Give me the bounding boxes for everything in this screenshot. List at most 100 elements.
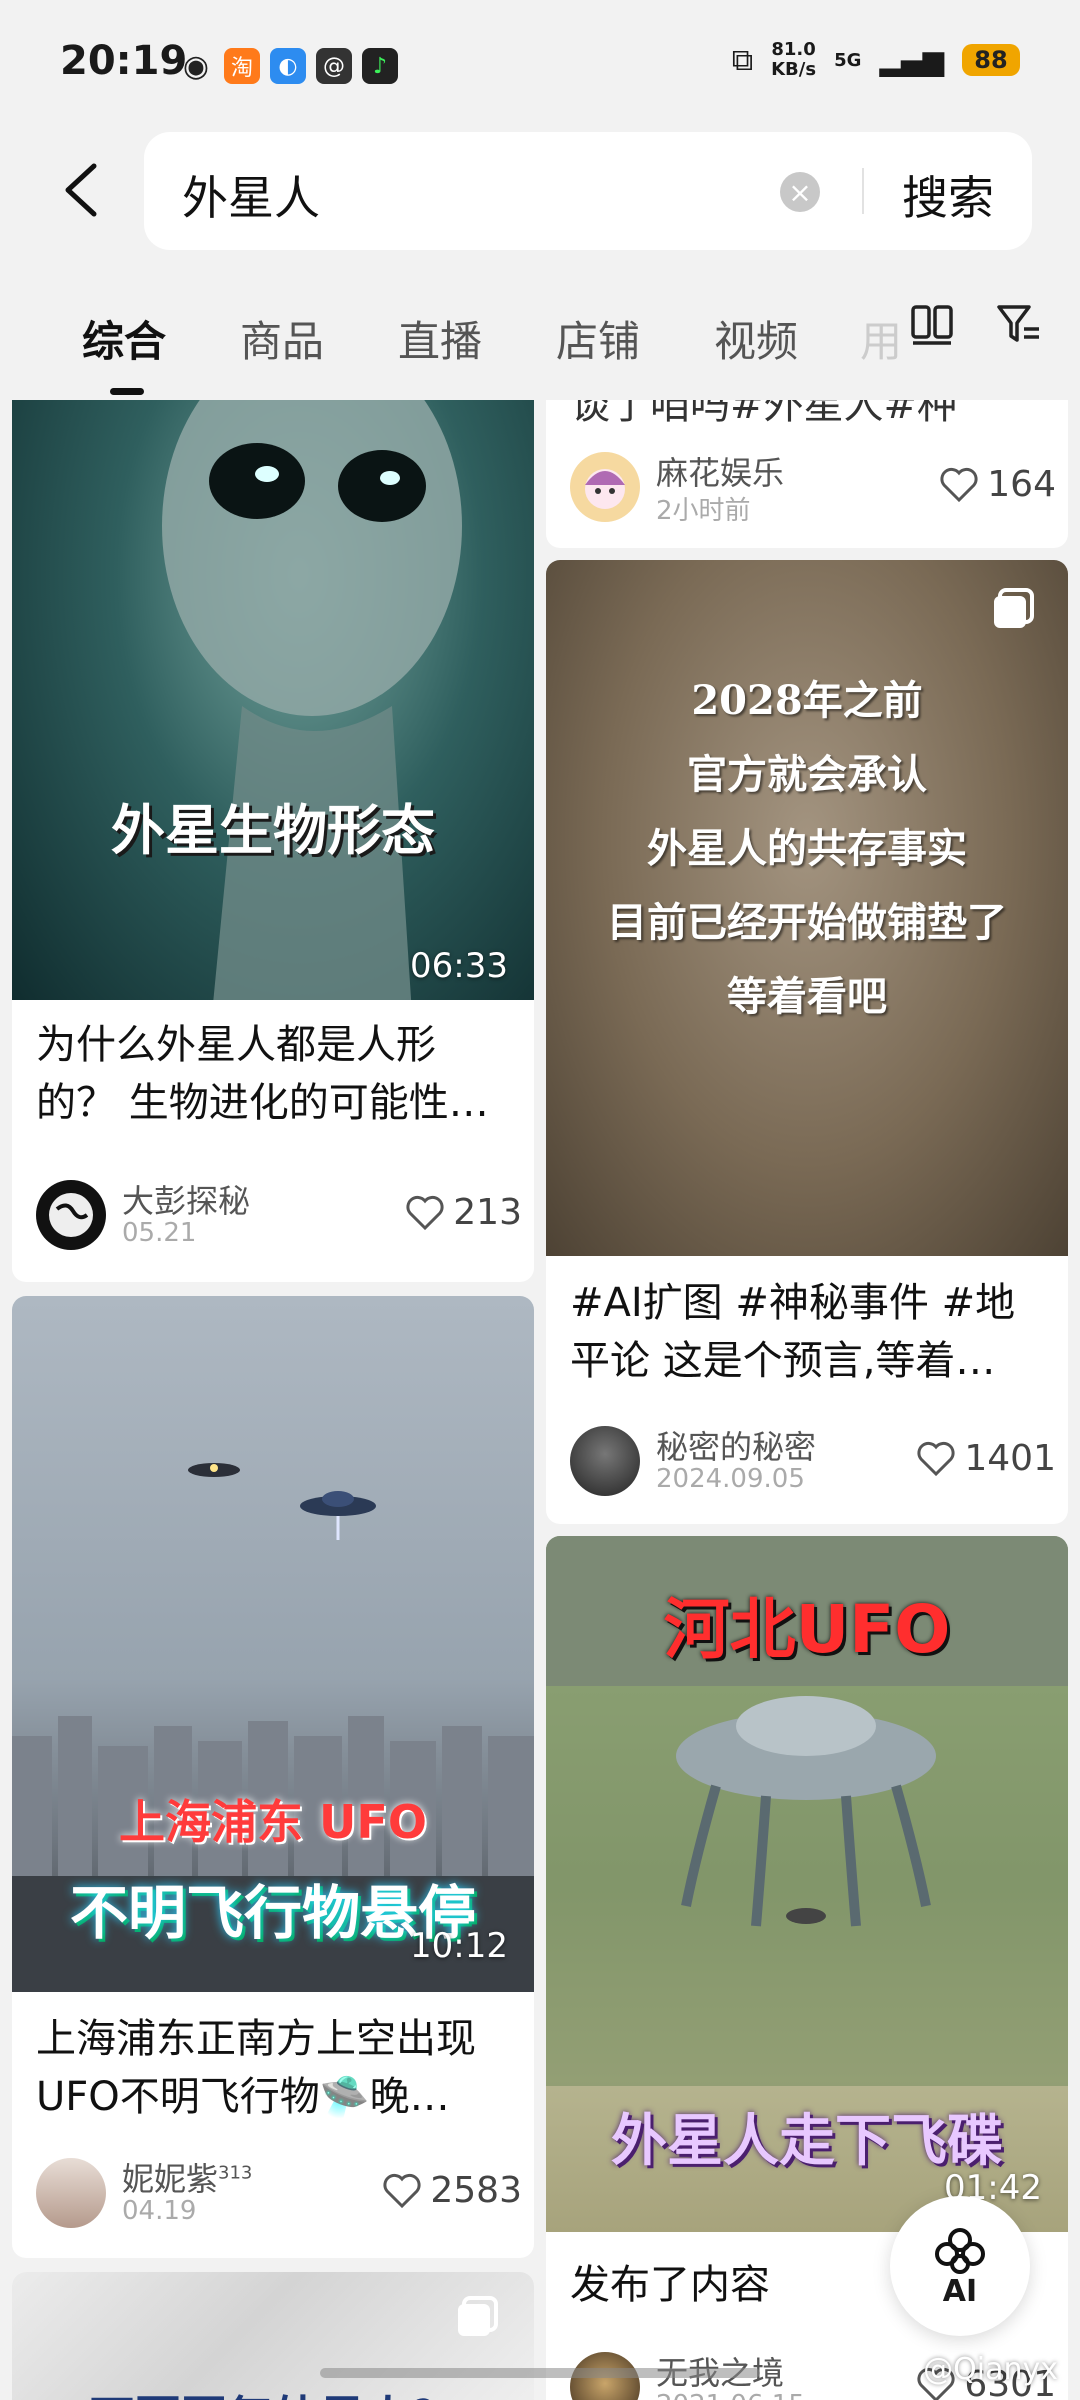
author-name[interactable]: 秘密的秘密 [656,1422,816,1468]
card-title-line: 上海浦东正南方上空出现 [36,2016,476,2062]
result-card[interactable]: 上海浦东 UFO 不明飞行物悬停 10:12 上海浦东正南方上空出现 UFO不明… [12,1296,534,2258]
search-input[interactable]: 外星人 [182,162,320,228]
multi-image-icon [458,2296,498,2336]
speed-unit: KB/s [771,59,817,80]
back-arrow-icon[interactable] [58,160,106,220]
image-text-line: 外星人的共存事实 [647,825,967,872]
alien-illustration [162,400,462,1014]
active-tab-indicator [110,388,144,395]
image-text-line: 等着看吧 [727,973,887,1020]
ai-label: AI [942,2273,978,2309]
result-card[interactable]: 不要回复外星人？ [12,2272,534,2400]
ufo-field-illustration [546,1686,1068,2086]
author-name[interactable]: 妮妮紫313 [122,2154,252,2200]
video-duration: 06:33 [410,946,508,986]
status-time: 20:19 [60,38,188,84]
tab-live[interactable]: 直播 [398,308,482,369]
video-duration: 10:12 [410,1926,508,1966]
search-button[interactable]: 搜索 [902,162,994,228]
result-card[interactable]: 2028年之前 官方就会承认 外星人的共存事实 目前已经开始做铺垫了 等着看吧 … [546,560,1068,1524]
image-text-block: 2028年之前 官方就会承认 外星人的共存事实 目前已经开始做铺垫了 等着看吧 [546,664,1068,1034]
thumbnail-caption: 外星生物形态 [111,799,435,862]
home-indicator[interactable] [320,2368,760,2378]
author-row: 秘密的秘密 2024.09.05 1401 [570,1422,1056,1498]
cartoon-face-icon [585,469,625,509]
ai-assistant-icon [935,2227,985,2274]
card-title-line: UFO不明飞行物🛸晚… [36,2074,450,2120]
tab-stores[interactable]: 店铺 [556,308,640,369]
heart-icon [383,2173,421,2208]
multi-image-icon [994,588,1034,628]
taobao-icon: 淘 [224,48,260,84]
heart-icon [940,467,978,502]
author-name[interactable]: 大彭探秘 [122,1176,250,1222]
author-name-text: 妮妮紫 [122,2160,219,2198]
layout-toggle-icon[interactable] [910,304,954,346]
post-date: 05.21 [122,1218,197,1248]
card-title: 为什么外星人都是人形 的？ 生物进化的可能性… [36,1016,522,1132]
avatar[interactable] [36,1180,106,1250]
tab-products[interactable]: 商品 [240,308,324,369]
result-card[interactable]: 外星生物形态 06:33 [12,400,534,1098]
like-button[interactable]: 2583 [382,2170,522,2211]
cast-icon: ⧉ [731,42,754,78]
globe-icon [49,1193,93,1237]
network-type: 5G [834,49,862,71]
author-row: 妮妮紫313 04.19 2583 [36,2154,522,2230]
filter-icon[interactable] [996,302,1042,346]
post-date: 2小时前 [656,496,751,526]
notification-icons: ◉ 淘 ◐ @ ♪ [178,48,398,84]
like-button[interactable]: 164 [939,464,1056,505]
author-name[interactable]: 麻花娱乐 [656,448,784,494]
ai-assistant-button[interactable]: AI [890,2196,1030,2336]
avatar[interactable] [570,1426,640,1496]
watermark: @Qianyx [923,2352,1058,2387]
video-thumbnail: 外星生物形态 06:33 [12,400,534,1014]
thumbnail-caption-top: 上海浦东 UFO [119,1795,427,1849]
signal-icon: ▂▄▆ [879,43,944,77]
avatar[interactable] [36,2158,106,2228]
network-speed: 81.0 KB/s [771,40,816,80]
tab-users[interactable]: 用 [860,308,902,369]
card-title: 上海浦东正南方上空出现 UFO不明飞行物🛸晚… [36,2010,522,2126]
tab-comprehensive[interactable]: 综合 [82,308,166,369]
author-suffix: 313 [218,2162,253,2184]
heart-icon [406,1195,444,1230]
thumbnail-caption-bottom: 外星人走下飞碟 [611,2109,1003,2174]
avatar[interactable] [570,452,640,522]
card-title-line: 的？ 生物进化的可能性… [36,1080,489,1126]
card-title-line: 平论 这是个预言,等着… [570,1338,996,1384]
weibo-icon: ◉ [182,48,210,84]
image-thumbnail: 2028年之前 官方就会承认 外星人的共存事实 目前已经开始做铺垫了 等着看吧 [546,560,1068,1256]
heart-icon [917,1441,955,1476]
like-count: 164 [987,464,1056,505]
like-button[interactable]: 213 [405,1192,522,1233]
speed-value: 81.0 [771,39,816,60]
like-count: 1401 [964,1438,1056,1479]
card-title-partial: 谈了咱吗#外星人#种 [570,400,958,428]
status-right: ⧉ 81.0 KB/s 5G ▂▄▆ 88 [732,40,1020,80]
image-text-line: 官方就会承认 [687,751,927,798]
at-icon: @ [316,48,352,84]
author-row: 大彭探秘 05.21 213 [36,1176,522,1252]
thumbnail-caption-top: 河北UFO [663,1591,951,1668]
battery-badge: 88 [962,44,1020,76]
post-date: 2024.09.05 [656,1464,805,1494]
result-card-footer[interactable]: 为什么外星人都是人形 的？ 生物进化的可能性… 大彭探秘 05.21 213 [12,1000,534,1282]
search-box[interactable]: 外星人 × 搜索 [144,132,1032,250]
image-thumbnail: 不要回复外星人？ [12,2272,534,2400]
author-row: 麻花娱乐 2小时前 164 [570,448,1056,526]
clear-icon[interactable]: × [780,172,820,212]
card-title-line: 为什么外星人都是人形 [36,1022,436,1068]
result-card[interactable]: 谈了咱吗#外星人#种 麻花娱乐 2小时前 164 [546,400,1068,548]
browser-icon: ◐ [270,48,306,84]
status-bar: 20:19 ◉ 淘 ◐ @ ♪ ⧉ 81.0 KB/s 5G ▂▄▆ 88 [0,0,1080,130]
like-button[interactable]: 1401 [916,1438,1056,1479]
video-thumbnail: 河北UFO 外星人走下飞碟 01:42 [546,1536,1068,2232]
post-date: 2021.06.15 [656,2390,805,2400]
like-count: 213 [453,1192,522,1233]
music-icon: ♪ [362,48,398,84]
tab-videos[interactable]: 视频 [714,308,798,369]
thumbnail-caption: 不要回复外星人？ [12,2382,534,2400]
video-thumbnail: 上海浦东 UFO 不明飞行物悬停 10:12 [12,1296,534,1992]
